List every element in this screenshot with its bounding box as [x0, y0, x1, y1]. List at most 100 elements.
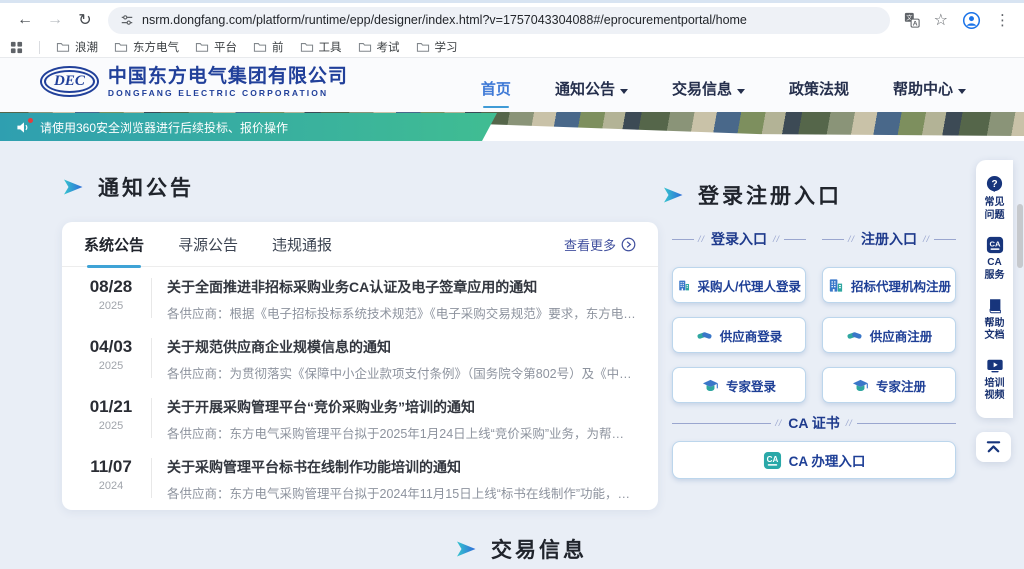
- notice-title[interactable]: 关于采购管理平台标书在线制作功能培训的通知: [167, 457, 636, 477]
- supplier-login-button[interactable]: 供应商登录: [672, 317, 806, 353]
- url-text: nsrm.dongfang.com/platform/runtime/epp/d…: [142, 13, 747, 27]
- notice-desc: 各供应商：东方电气采购管理平台拟于2025年1月24日上线“竞价采购”业务，为帮…: [167, 423, 636, 442]
- bookmarks-bar: 浪潮 东方电气 平台 前 工具 考试 学习: [0, 37, 1024, 58]
- notice-row[interactable]: 08/28 2025 关于全面推进非招标采购业务CA认证及电子签章应用的通知 各…: [62, 267, 658, 327]
- scrollbar-thumb[interactable]: [1017, 204, 1023, 268]
- bookmark-star-icon[interactable]: ☆: [934, 10, 948, 30]
- svg-text:CA: CA: [989, 240, 1001, 249]
- divider: [151, 338, 152, 378]
- nav-item-notices[interactable]: 通知公告: [555, 78, 628, 99]
- folder-icon: [114, 41, 128, 53]
- nav-item-help-center[interactable]: 帮助中心: [893, 78, 966, 99]
- menu-icon[interactable]: ⋮: [995, 11, 1010, 29]
- login-entry-header: // 登录入口 //: [672, 230, 806, 248]
- ca-icon: CA: [763, 451, 782, 470]
- bookmark-folder[interactable]: 平台: [195, 39, 237, 55]
- graduation-cap-icon: [702, 377, 719, 394]
- document-icon: [986, 297, 1004, 315]
- notice-title[interactable]: 关于全面推进非招标采购业务CA认证及电子签章应用的通知: [167, 277, 636, 297]
- sidebar-item-faq[interactable]: ? 常见问题: [985, 175, 1005, 222]
- notice-row[interactable]: 11/07 2024 关于采购管理平台标书在线制作功能培训的通知 各供应商：东方…: [62, 447, 658, 507]
- buyer-agent-login-button[interactable]: 采购人/代理人登录: [672, 267, 806, 303]
- notices-card: 系统公告 寻源公告 违规通报 查看更多 08/28 2025: [62, 222, 658, 510]
- notice-date: 11/07 2024: [84, 457, 138, 492]
- folder-icon: [358, 41, 372, 53]
- divider: [151, 398, 152, 438]
- building-icon: [677, 277, 691, 294]
- bookmark-folder[interactable]: 学习: [416, 39, 458, 55]
- bookmark-folder[interactable]: 前: [253, 39, 284, 55]
- notice-row[interactable]: 04/03 2025 关于规范供应商企业规模信息的通知 各供应商：为贯彻落实《保…: [62, 327, 658, 387]
- dec-logo-icon: DEC: [40, 66, 99, 97]
- reload-button[interactable]: ↻: [72, 7, 98, 33]
- sidebar-item-help-docs[interactable]: 帮助文档: [985, 297, 1005, 343]
- company-logo[interactable]: DEC 中国东方电气集团有限公司 DONGFANG ELECTRIC CORPO…: [40, 66, 348, 98]
- nav-item-trade-info[interactable]: 交易信息: [672, 78, 745, 99]
- site-settings-icon[interactable]: [120, 13, 134, 27]
- notice-row[interactable]: 01/21 2025 关于开展采购管理平台“竞价采购业务”培训的通知 各供应商：…: [62, 387, 658, 447]
- divider: [151, 278, 152, 318]
- expert-register-button[interactable]: 专家注册: [822, 367, 956, 403]
- login-column: // 登录入口 // 采购人/代理人登录: [672, 230, 806, 403]
- supplier-register-button[interactable]: 供应商注册: [822, 317, 956, 353]
- notice-desc: 各供应商：为贯彻落实《保障中小企业款项支付条例》（国务院令第802号）及《中小企…: [167, 363, 636, 382]
- folder-icon: [253, 41, 267, 53]
- company-name-cn: 中国东方电气集团有限公司: [108, 66, 348, 88]
- expert-login-button[interactable]: 专家登录: [672, 367, 806, 403]
- notices-tabs: 系统公告 寻源公告 违规通报 查看更多: [62, 222, 658, 267]
- page-content: 通知公告 系统公告 寻源公告 违规通报 查看更多 08/28 2025: [0, 141, 1024, 569]
- tab-system-notices[interactable]: 系统公告: [84, 234, 144, 255]
- section-arrow-icon: [455, 540, 477, 558]
- handshake-icon: [696, 327, 713, 344]
- address-bar[interactable]: nsrm.dongfang.com/platform/runtime/epp/d…: [108, 7, 890, 34]
- browser-window: ← → ↻ nsrm.dongfang.com/platform/runtime…: [0, 0, 1024, 569]
- company-name-en: DONGFANG ELECTRIC CORPORATION: [108, 88, 348, 98]
- site-header: DEC 中国东方电气集团有限公司 DONGFANG ELECTRIC CORPO…: [0, 58, 1024, 112]
- chevron-down-icon: [620, 89, 628, 94]
- chevron-down-icon: [737, 89, 745, 94]
- folder-icon: [416, 41, 430, 53]
- notice-desc: 各供应商：根据《电子招标投标系统技术规范》《电子采购交易规范》要求，东方电气采购…: [167, 303, 636, 322]
- folder-icon: [300, 41, 314, 53]
- translate-icon[interactable]: 文 A: [904, 12, 920, 28]
- section-title: 交易信息: [491, 534, 587, 564]
- handshake-icon: [846, 327, 863, 344]
- bidding-agency-register-button[interactable]: 招标代理机构注册: [822, 267, 956, 303]
- ca-certificate-block: // CA 证书 // CA CA 办理入口: [672, 414, 956, 479]
- back-button[interactable]: ←: [12, 7, 38, 33]
- ca-apply-button[interactable]: CA CA 办理入口: [672, 441, 956, 479]
- svg-text:A: A: [912, 20, 917, 27]
- tab-sourcing-notices[interactable]: 寻源公告: [178, 234, 238, 255]
- notice-title[interactable]: 关于规范供应商企业规模信息的通知: [167, 337, 636, 357]
- ca-header: // CA 证书 //: [672, 414, 956, 432]
- section-arrow-icon: [62, 178, 84, 196]
- folder-icon: [195, 41, 209, 53]
- tab-violation-reports[interactable]: 违规通报: [272, 234, 332, 255]
- nav-item-policies[interactable]: 政策法规: [789, 78, 849, 99]
- apps-grid-icon[interactable]: [10, 41, 23, 54]
- view-more-link[interactable]: 查看更多: [564, 235, 636, 254]
- sidebar-item-ca-service[interactable]: CA CA服务: [985, 236, 1005, 282]
- bookmark-folder[interactable]: 浪潮: [56, 39, 98, 55]
- back-to-top-button[interactable]: [976, 432, 1011, 462]
- quick-links-sidebar: ? 常见问题 CA CA服务 帮助文档: [976, 160, 1013, 418]
- section-title: 通知公告: [98, 172, 194, 202]
- bookmark-folder[interactable]: 工具: [300, 39, 342, 55]
- notice-desc: 各供应商：东方电气采购管理平台拟于2024年11月15日上线“标书在线制作”功能…: [167, 483, 636, 502]
- forward-button[interactable]: →: [42, 7, 68, 33]
- bookmark-folder[interactable]: 东方电气: [114, 39, 179, 55]
- bookmark-folder[interactable]: 考试: [358, 39, 400, 55]
- register-column: // 注册入口 // 招标代理机构注册: [822, 230, 956, 403]
- section-arrow-icon: [662, 186, 684, 204]
- notice-title[interactable]: 关于开展采购管理平台“竞价采购业务”培训的通知: [167, 397, 636, 417]
- browser-toolbar: ← → ↻ nsrm.dongfang.com/platform/runtime…: [0, 3, 1024, 37]
- ticker-text: 请使用360安全浏览器进行后续投标、报价操作: [40, 119, 288, 136]
- main-nav: 首页 通知公告 交易信息 政策法规 帮助中心: [481, 78, 966, 99]
- sidebar-item-training-videos[interactable]: 培训视频: [985, 357, 1005, 403]
- nav-item-home[interactable]: 首页: [481, 78, 511, 99]
- profile-icon[interactable]: [962, 11, 981, 30]
- building-icon: [827, 277, 844, 294]
- question-icon: ?: [985, 175, 1004, 194]
- notice-date: 01/21 2025: [84, 397, 138, 432]
- alert-dot: [28, 118, 33, 123]
